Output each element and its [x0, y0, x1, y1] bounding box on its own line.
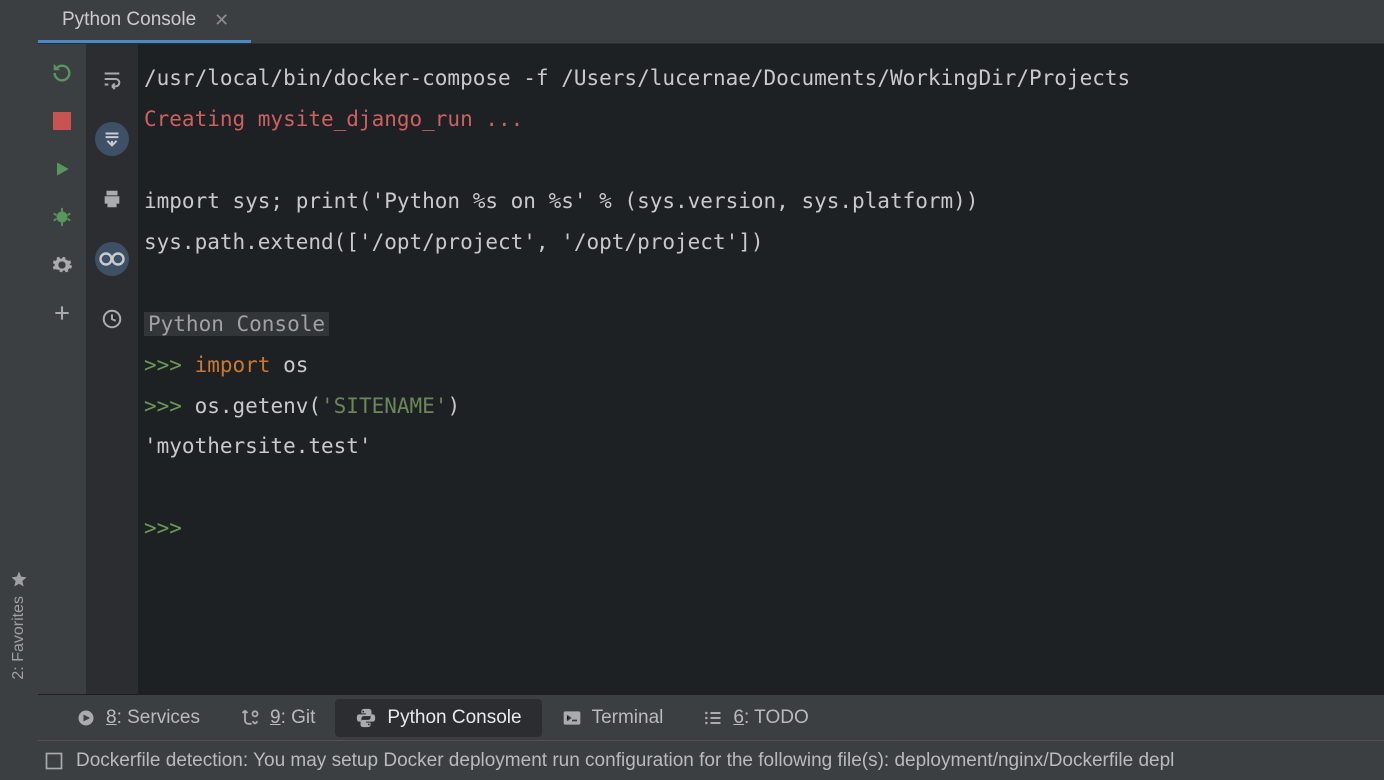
console-toolbar-primary	[38, 44, 86, 694]
console-banner: Python Console	[144, 312, 329, 336]
prompt-indicator: >>>	[144, 353, 182, 377]
console-content: /usr/local/bin/docker-compose -f /Users/…	[38, 44, 1384, 694]
console-toolbar-secondary	[86, 44, 138, 694]
git-tab[interactable]: 9: Git	[220, 699, 335, 737]
status-message: Dockerfile detection: You may setup Dock…	[76, 750, 1174, 772]
todo-tab[interactable]: 6: TODO	[683, 699, 828, 737]
console-line: sys.path.extend(['/opt/project', '/opt/p…	[144, 230, 764, 254]
python-console-tab[interactable]: Python Console ✕	[38, 0, 251, 43]
close-tab-icon[interactable]: ✕	[210, 10, 233, 31]
tab-title: Python Console	[62, 9, 196, 31]
code: os.getenv(	[182, 394, 321, 418]
kw: import	[195, 353, 271, 377]
new-console-icon[interactable]	[51, 302, 73, 324]
status-bar: Dockerfile detection: You may setup Dock…	[38, 740, 1384, 780]
console-tab-bar: Python Console ✕	[38, 0, 1384, 44]
prompt-indicator: >>>	[144, 394, 182, 418]
python-console-tab-bottom[interactable]: Python Console	[335, 699, 541, 737]
code: os	[270, 353, 308, 377]
status-toggle-icon[interactable]	[44, 751, 64, 771]
show-variables-icon[interactable]	[95, 242, 129, 276]
rerun-icon[interactable]	[51, 62, 73, 84]
terminal-tab[interactable]: Terminal	[542, 699, 684, 737]
console-output-line: 'myothersite.test'	[144, 434, 372, 458]
console-line: /usr/local/bin/docker-compose -f /Users/…	[144, 66, 1130, 90]
services-tab[interactable]: 8: Services	[56, 699, 220, 737]
prompt-indicator: >>>	[144, 516, 182, 540]
scroll-to-end-icon[interactable]	[95, 122, 129, 156]
left-gutter: 2: Favorites	[0, 0, 38, 780]
settings-icon[interactable]	[51, 254, 73, 276]
soft-wrap-icon[interactable]	[95, 62, 129, 96]
history-icon[interactable]	[95, 302, 129, 336]
console-output[interactable]: /usr/local/bin/docker-compose -f /Users/…	[138, 44, 1384, 694]
main-column: Python Console ✕	[38, 0, 1384, 780]
run-icon[interactable]	[51, 158, 73, 180]
print-icon[interactable]	[95, 182, 129, 216]
console-line: import sys; print('Python %s on %s' % (s…	[144, 189, 978, 213]
debug-icon[interactable]	[51, 206, 73, 228]
code: )	[447, 394, 460, 418]
stop-icon[interactable]	[51, 110, 73, 132]
favorites-star-icon	[10, 570, 28, 588]
console-line-stderr: Creating mysite_django_run ...	[144, 107, 523, 131]
bottom-tool-tabs: 8: Services 9: Git Python Console Termin…	[38, 694, 1384, 740]
favorites-tool-window-stripe[interactable]: 2: Favorites	[10, 596, 28, 680]
str: 'SITENAME'	[321, 394, 447, 418]
